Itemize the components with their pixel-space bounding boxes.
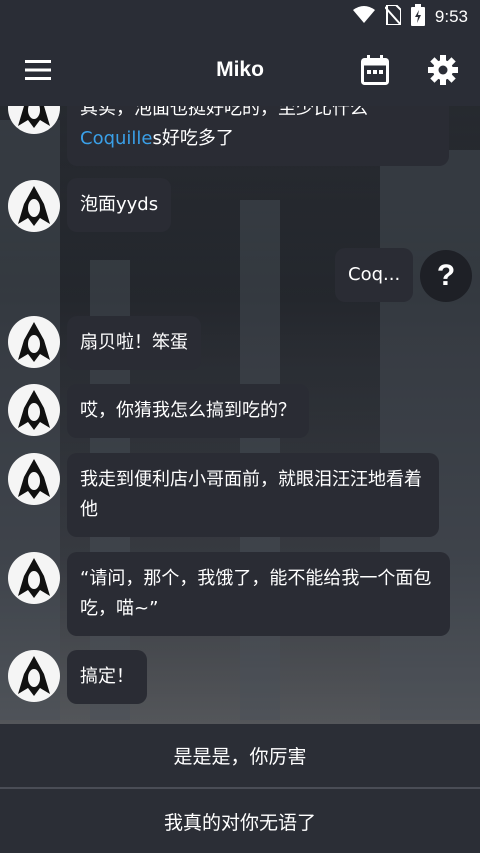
page-title: Miko [216, 58, 264, 81]
battery-charging-icon [410, 4, 425, 30]
calendar-icon[interactable] [355, 50, 395, 90]
miko-avatar [8, 453, 60, 505]
message-bubble: 泡面yyds [67, 178, 172, 232]
message-bubble: 其实，泡面也挺好吃的，至少比什么Coquilles好吃多了 [67, 106, 449, 166]
message-bubble: 我走到便利店小哥面前，就眼泪汪汪地看着他 [67, 453, 439, 537]
message-bubble: 扇贝啦！笨蛋 [67, 316, 201, 370]
settings-gear-icon[interactable] [423, 50, 463, 90]
user-avatar: ? [420, 250, 472, 302]
chat-list[interactable]: 其实，泡面也挺好吃的，至少比什么Coquilles好吃多了 泡面yyds Coq… [0, 106, 480, 724]
message-bubble: “请问，那个，我饿了，能不能给我一个面包吃，喵~” [67, 552, 450, 636]
app-bar: Miko [0, 34, 480, 106]
miko-avatar [8, 316, 60, 368]
wifi-icon [352, 6, 375, 28]
message-bubble: 搞定！ [67, 650, 147, 704]
miko-avatar [8, 552, 60, 604]
status-time: 9:53 [434, 7, 468, 26]
miko-avatar [8, 106, 60, 134]
message-link[interactable]: Coquille [80, 128, 153, 149]
reply-option-1[interactable]: 是是是，你厉害 [0, 724, 480, 787]
no-sim-icon [384, 4, 402, 29]
reply-option-2[interactable]: 我真的对你无语了 [0, 789, 480, 853]
miko-avatar [8, 180, 60, 232]
miko-avatar [8, 650, 60, 702]
message-bubble: 哎，你猜我怎么搞到吃的？ [67, 384, 309, 438]
status-bar: 9:53 [0, 0, 480, 34]
message-bubble-user: Coq... [335, 248, 414, 302]
divider [0, 787, 480, 789]
miko-avatar [8, 384, 60, 436]
